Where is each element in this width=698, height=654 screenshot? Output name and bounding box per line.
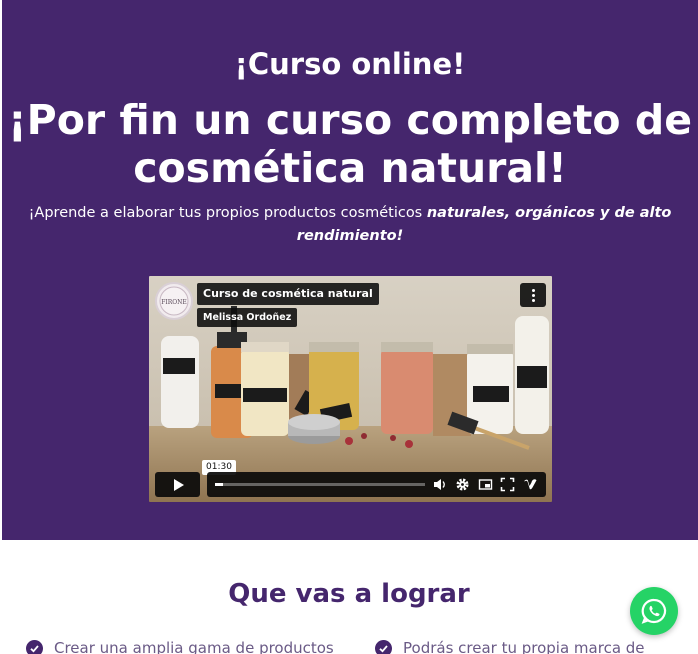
benefit-text: Crear una amplia gama de productos (54, 639, 334, 654)
hero-eyebrow: ¡Curso online! (234, 47, 466, 81)
channel-logo-icon: FIRONE (159, 286, 189, 316)
benefit-text: Podrás crear tu propia marca de (403, 639, 645, 654)
control-bar (207, 472, 546, 497)
check-icon (26, 640, 43, 654)
volume-icon[interactable] (432, 477, 447, 492)
video-title[interactable]: Curso de cosmética natural (197, 283, 379, 305)
subline-text: ¡Aprende a elaborar tus propios producto… (28, 205, 427, 221)
hero-headline: ¡Por fin un curso completo de cosmética … (2, 96, 698, 192)
more-options-icon[interactable] (520, 283, 546, 307)
subline-emphasis-2: rendimiento! (296, 228, 404, 244)
play-button[interactable] (155, 472, 200, 497)
video-author[interactable]: Melissa Ordoñez (197, 308, 298, 327)
section-title: Que vas a lograr (0, 576, 698, 612)
check-icon (375, 640, 392, 654)
subline-emphasis-1: naturales, orgánicos y de alto (426, 205, 672, 221)
channel-avatar[interactable]: FIRONE (155, 282, 193, 320)
section-title-bold: lograr (381, 579, 470, 609)
play-icon (173, 478, 184, 491)
whatsapp-icon (641, 598, 667, 624)
video-player[interactable]: FIRONE Curso de cosmética natural Meliss… (149, 276, 552, 502)
avatar-text: FIRONE (161, 299, 187, 306)
vimeo-icon[interactable] (523, 477, 538, 492)
progress-bar[interactable] (215, 483, 425, 486)
headline-line-1: ¡Por fin un curso completo de (7, 96, 693, 144)
settings-icon[interactable] (455, 477, 470, 492)
whatsapp-button[interactable] (630, 587, 678, 635)
fullscreen-icon[interactable] (500, 477, 515, 492)
headline-line-2: cosmética natural! (133, 144, 567, 192)
section-title-plain: Que vas a (228, 579, 382, 609)
hero-subline: ¡Aprende a elaborar tus propios producto… (2, 202, 698, 248)
progress-fill (215, 483, 224, 486)
pip-icon[interactable] (478, 477, 493, 492)
